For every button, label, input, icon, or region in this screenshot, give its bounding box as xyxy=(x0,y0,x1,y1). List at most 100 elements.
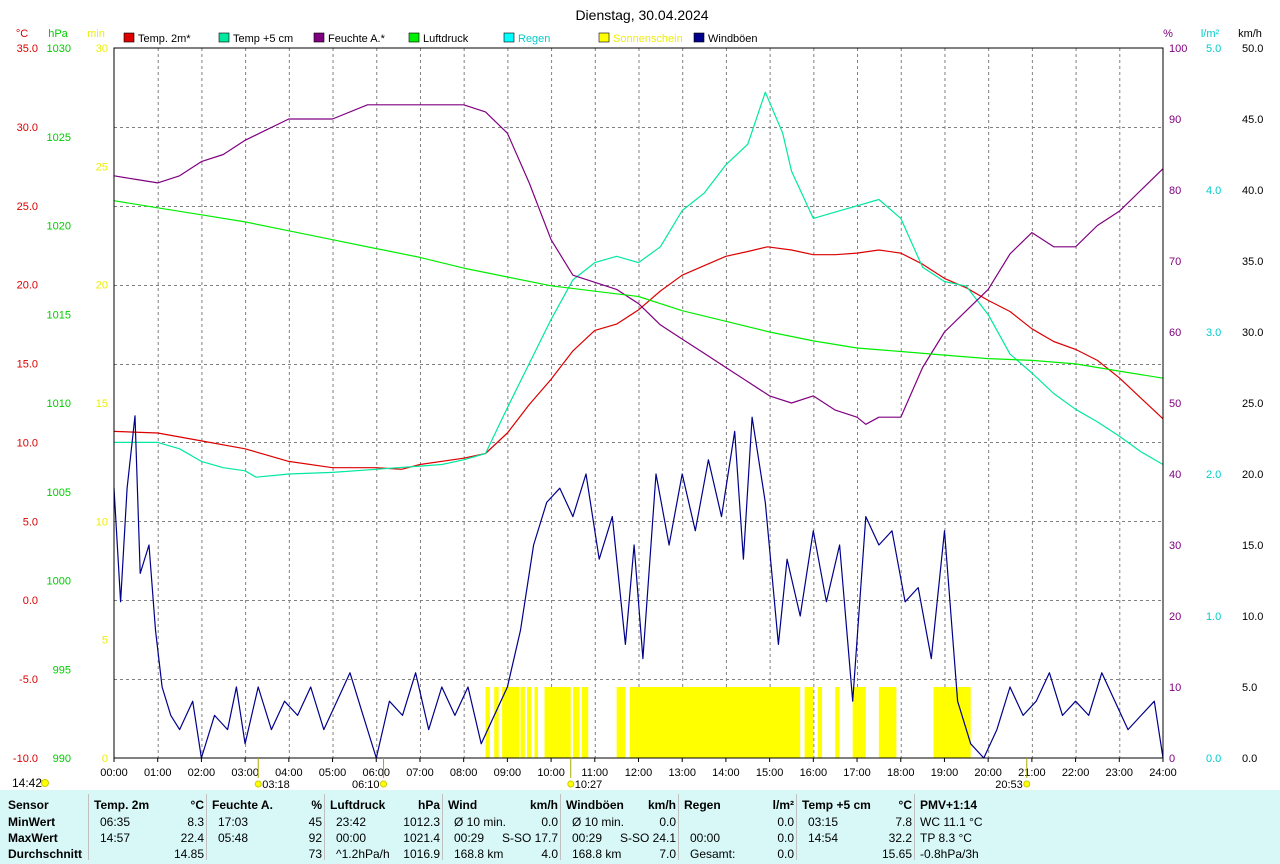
axis-unit-humidity: % xyxy=(1163,28,1173,40)
tick-humidity: 50 xyxy=(1169,398,1181,410)
x-tick-label: 09:00 xyxy=(494,767,522,779)
tick-humidity: 20 xyxy=(1169,611,1181,623)
time-readout: 14:42 xyxy=(12,776,42,790)
summary-cell-value: 15.65 xyxy=(881,847,912,861)
x-tick-label: 00:00 xyxy=(100,767,128,779)
summary-cell-label: 00:29 xyxy=(572,831,603,845)
sunshine-bar xyxy=(878,687,897,758)
summary-col-luftdruck: Luftdruck hPa 23:42 1012.3 00:00 1021.4 ^1.2hP… xyxy=(330,790,440,864)
sunshine-bar xyxy=(581,687,589,758)
sunshine-bar xyxy=(544,687,571,758)
summary-cell-label: 03:15 xyxy=(808,815,839,829)
tick-humidity: 40 xyxy=(1169,469,1181,481)
summary-cell-label: 14:57 xyxy=(100,831,131,845)
tick-wind: 45.0 xyxy=(1242,114,1263,126)
sunshine-bar xyxy=(502,687,520,758)
summary-cell-value: 22.4 xyxy=(180,831,204,845)
sunshine-bar xyxy=(804,687,814,758)
x-tick-label: 18:00 xyxy=(887,767,915,779)
series-temp-2m xyxy=(113,246,1164,470)
tick-pressure: 1005 xyxy=(47,487,71,499)
legend-swatch xyxy=(693,32,705,43)
tick-rain: 1.0 xyxy=(1206,611,1221,623)
tick-temp: 15.0 xyxy=(17,359,38,371)
x-tick-label: 03:00 xyxy=(231,767,259,779)
tick-pressure: 1000 xyxy=(47,576,71,588)
tick-rain: 0.0 xyxy=(1206,753,1221,765)
x-tick-label: 11:00 xyxy=(581,767,608,779)
tick-wind: 15.0 xyxy=(1242,540,1263,552)
tick-rain: 2.0 xyxy=(1206,469,1221,481)
sun-marker-icon xyxy=(380,780,388,788)
sun-marker-icon xyxy=(1023,780,1031,788)
legend-swatch xyxy=(218,32,230,43)
legend-swatch xyxy=(408,32,420,43)
tick-temp: 0.0 xyxy=(23,595,38,607)
sunshine-bar xyxy=(616,687,626,758)
tick-rain: 3.0 xyxy=(1206,327,1221,339)
summary-col-unit: l/m² xyxy=(772,798,794,812)
x-tick-label: 22:00 xyxy=(1062,767,1090,779)
summary-cell-value: 7.8 xyxy=(895,815,912,829)
legend-label: Sonnenschein xyxy=(613,33,683,45)
summary-col-unit: km/h xyxy=(529,798,558,812)
tick-temp: 35.0 xyxy=(17,43,38,55)
tick-humidity: 90 xyxy=(1169,114,1181,126)
summary-separator xyxy=(678,794,679,860)
x-tick-label: 05:00 xyxy=(319,767,347,779)
legend-label: Luftdruck xyxy=(423,33,469,45)
weather-chart: Dienstag, 30.04.2024 Temp. 2m* Temp +5 cm… xyxy=(12,7,1263,790)
summary-separator xyxy=(206,794,207,860)
tick-wind: 40.0 xyxy=(1242,185,1263,197)
x-tick-label: 15:00 xyxy=(756,767,784,779)
tick-pressure: 1010 xyxy=(47,398,71,410)
tick-pressure: 1020 xyxy=(47,221,71,233)
sunshine-bar xyxy=(817,687,823,758)
tick-sunshine: 20 xyxy=(96,280,108,292)
summary-cell-value: 0.0 xyxy=(659,815,676,829)
x-tick-label: 19:00 xyxy=(931,767,959,779)
summary-cell-value: 32.2 xyxy=(888,831,912,845)
summary-col-temp-2m: Temp. 2m °C 06:35 8.3 14:57 22.4 14.85 xyxy=(94,790,204,864)
summary-cell-value: 73 xyxy=(308,847,322,861)
sun-marker-label: 03:18 xyxy=(262,779,290,790)
legend-swatch xyxy=(123,32,135,43)
tick-humidity: 100 xyxy=(1169,43,1187,55)
summary-separator xyxy=(324,794,325,860)
summary-cell-label: 23:42 xyxy=(336,815,367,829)
tick-humidity: 80 xyxy=(1169,185,1181,197)
summary-col-header: Luftdruck xyxy=(330,798,386,812)
summary-cell-label: 00:29 xyxy=(454,831,485,845)
summary-cell-value: 0.0 xyxy=(541,815,558,829)
axis-unit-rain: l/m² xyxy=(1201,28,1220,40)
row-label-max: MaxWert xyxy=(8,831,58,845)
tick-humidity: 0 xyxy=(1169,753,1175,765)
summary-col-unit: km/h xyxy=(647,798,676,812)
summary-cell-value: 8.3 xyxy=(187,815,204,829)
x-tick-label: 08:00 xyxy=(450,767,478,779)
legend-label: Windböen xyxy=(708,33,758,45)
tick-pressure: 1015 xyxy=(47,309,71,321)
summary-cell-value: 0.0 xyxy=(777,831,794,845)
sun-marker-label: 06:10 xyxy=(352,779,380,790)
summary-cell-label: Ø 10 min. xyxy=(454,815,507,829)
legend-swatch xyxy=(598,32,610,43)
sensor-column: Sensor MinWert MaxWert Durchschnitt xyxy=(0,790,86,864)
summary-col-temp-5-cm: Temp +5 cm °C 03:15 7.8 14:54 32.2 15.65 xyxy=(802,790,912,864)
tick-sunshine: 5 xyxy=(102,635,108,647)
x-tick-label: 06:00 xyxy=(362,767,390,779)
grid xyxy=(114,48,1163,758)
summary-col-header: Windböen xyxy=(566,798,624,812)
summary-col-header: Wind xyxy=(448,798,478,812)
sunshine-bar xyxy=(527,687,532,758)
right-axes: 10090807060504030201005.04.03.02.01.00.0… xyxy=(1169,43,1263,765)
tick-sunshine: 10 xyxy=(96,516,108,528)
summary-cell-value: 7.0 xyxy=(659,847,676,861)
x-tick-label: 04:00 xyxy=(275,767,303,779)
summary-cell-value: S-SO 24.1 xyxy=(619,831,676,845)
time-readout-sun-icon xyxy=(41,779,49,787)
sunshine-bar xyxy=(572,687,580,758)
x-tick-label: 01:00 xyxy=(144,767,172,779)
tick-temp: 5.0 xyxy=(23,516,38,528)
row-label-avg: Durchschnitt xyxy=(8,847,83,861)
